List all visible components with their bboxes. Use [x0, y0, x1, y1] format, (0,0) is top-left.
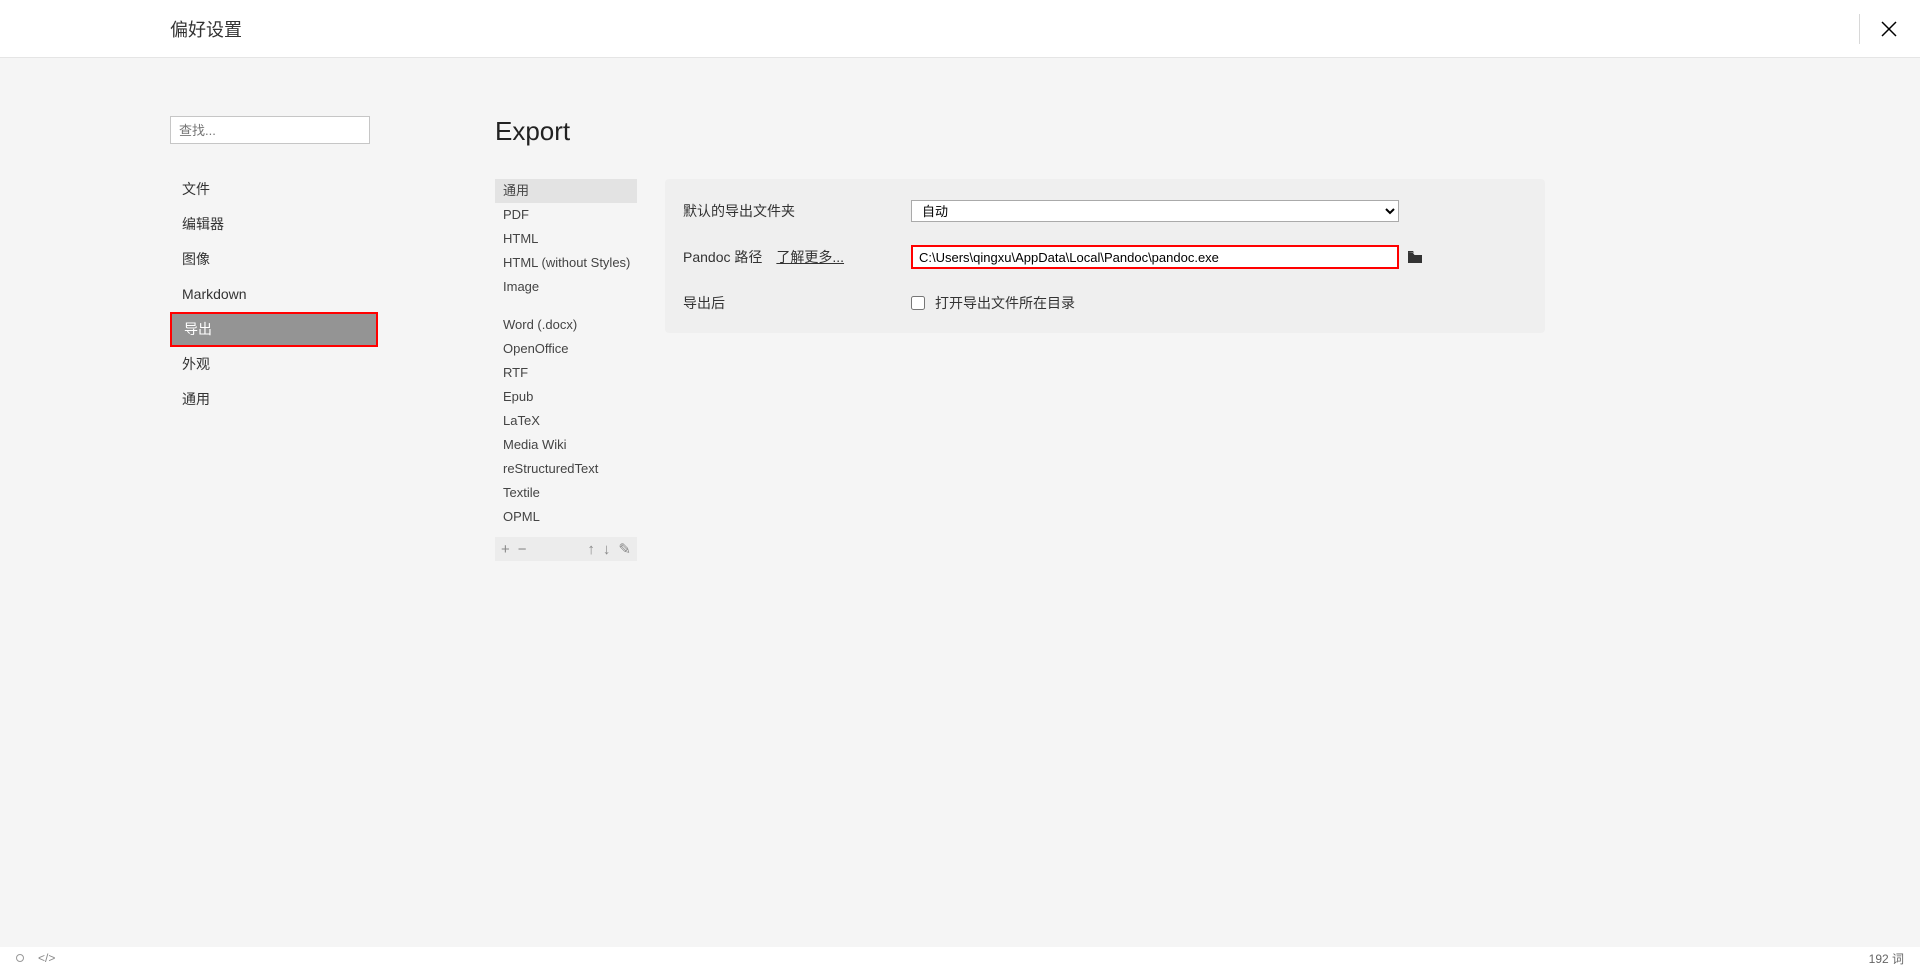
arrow-down-icon[interactable]: ↓: [603, 541, 611, 558]
sidebar-item-label: 编辑器: [182, 216, 224, 232]
section-label: Textile: [503, 485, 540, 500]
open-folder-label: 打开导出文件所在目录: [935, 293, 1075, 313]
sidebar-item-appearance[interactable]: 外观: [170, 347, 380, 382]
section-label: reStructuredText: [503, 461, 598, 476]
export-folder-select[interactable]: 自动: [911, 200, 1399, 222]
section-label: PDF: [503, 207, 529, 222]
section-toolbar: + − ↑ ↓ ✎: [495, 537, 637, 561]
section-label: OpenOffice: [503, 341, 569, 356]
section-word[interactable]: Word (.docx): [495, 313, 637, 337]
page-title: Export: [495, 116, 1920, 147]
section-image[interactable]: Image: [495, 275, 637, 299]
section-label: Image: [503, 279, 539, 294]
learn-more-link[interactable]: 了解更多...: [776, 247, 844, 267]
sidebar-item-export[interactable]: 导出: [170, 312, 378, 347]
browse-folder-button[interactable]: [1407, 250, 1423, 264]
sidebar-item-label: 导出: [184, 321, 212, 337]
row-pandoc-path: Pandoc 路径 了解更多...: [683, 245, 1527, 269]
sidebar-item-image[interactable]: 图像: [170, 242, 380, 277]
row-after-export: 导出后 打开导出文件所在目录: [683, 291, 1527, 315]
section-html[interactable]: HTML: [495, 227, 637, 251]
section-pdf[interactable]: PDF: [495, 203, 637, 227]
settings-panel: 默认的导出文件夹 自动 Pandoc 路径 了解更多... 导出后: [665, 179, 1545, 333]
minus-icon[interactable]: −: [518, 541, 527, 558]
section-label: HTML: [503, 231, 538, 246]
export-folder-label: 默认的导出文件夹: [683, 201, 911, 221]
section-mediawiki[interactable]: Media Wiki: [495, 433, 637, 457]
sidebar: 文件 编辑器 图像 Markdown 导出 外观 通用: [170, 116, 380, 948]
close-button[interactable]: [1876, 16, 1902, 42]
export-format-list: 通用 PDF HTML HTML (without Styles) Image …: [495, 179, 637, 561]
row-export-folder: 默认的导出文件夹 自动: [683, 199, 1527, 223]
sidebar-item-editor[interactable]: 编辑器: [170, 207, 380, 242]
content: Export 通用 PDF HTML HTML (without Styles)…: [380, 116, 1920, 948]
sidebar-items: 文件 编辑器 图像 Markdown 导出 外观 通用: [170, 172, 380, 417]
page-header-title: 偏好设置: [170, 16, 242, 42]
section-general[interactable]: 通用: [495, 179, 637, 203]
close-icon: [1880, 20, 1898, 38]
section-restructured[interactable]: reStructuredText: [495, 457, 637, 481]
after-export-label: 导出后: [683, 293, 911, 313]
section-label: Word (.docx): [503, 317, 577, 332]
search-input[interactable]: [170, 116, 370, 144]
section-label: Media Wiki: [503, 437, 567, 452]
folder-icon: [1407, 250, 1423, 264]
body-area: 文件 编辑器 图像 Markdown 导出 外观 通用 Export 通用 PD…: [0, 58, 1920, 948]
section-label: OPML: [503, 509, 540, 524]
status-indicator-icon[interactable]: [16, 954, 24, 962]
sidebar-item-general[interactable]: 通用: [170, 382, 380, 417]
pandoc-path-label: Pandoc 路径: [683, 247, 762, 267]
section-latex[interactable]: LaTeX: [495, 409, 637, 433]
section-textile[interactable]: Textile: [495, 481, 637, 505]
statusbar: </> 192 词: [0, 947, 1920, 969]
source-code-toggle[interactable]: </>: [38, 951, 55, 965]
section-openoffice[interactable]: OpenOffice: [495, 337, 637, 361]
section-opml[interactable]: OPML: [495, 505, 637, 529]
open-folder-checkbox[interactable]: [911, 296, 925, 310]
section-rtf[interactable]: RTF: [495, 361, 637, 385]
sidebar-item-label: Markdown: [182, 286, 247, 302]
section-label: RTF: [503, 365, 528, 380]
section-html-nostyles[interactable]: HTML (without Styles): [495, 251, 637, 275]
section-label: Epub: [503, 389, 533, 404]
sidebar-item-file[interactable]: 文件: [170, 172, 380, 207]
word-count[interactable]: 192 词: [1869, 950, 1904, 967]
sidebar-item-markdown[interactable]: Markdown: [170, 277, 380, 312]
open-folder-checkbox-wrap[interactable]: 打开导出文件所在目录: [911, 293, 1075, 313]
section-gap: [495, 299, 637, 313]
pandoc-path-input[interactable]: [911, 245, 1399, 269]
titlebar: 偏好设置: [0, 0, 1920, 58]
section-label: 通用: [503, 183, 529, 198]
pencil-icon[interactable]: ✎: [618, 540, 631, 558]
sidebar-item-label: 通用: [182, 391, 210, 407]
arrow-up-icon[interactable]: ↑: [587, 541, 595, 558]
sidebar-item-label: 外观: [182, 356, 210, 372]
plus-icon[interactable]: +: [501, 541, 510, 558]
sidebar-item-label: 文件: [182, 181, 210, 197]
section-label: LaTeX: [503, 413, 540, 428]
section-epub[interactable]: Epub: [495, 385, 637, 409]
sidebar-item-label: 图像: [182, 251, 210, 267]
header-divider: [1859, 14, 1860, 44]
section-label: HTML (without Styles): [503, 255, 630, 270]
